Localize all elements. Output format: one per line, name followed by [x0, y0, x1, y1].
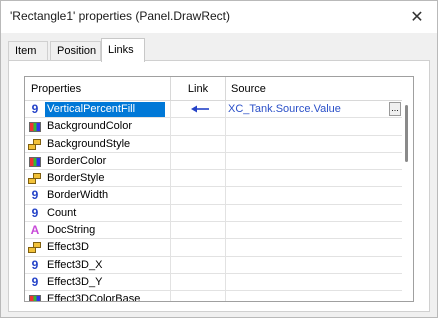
- property-row[interactable]: 9 Count: [25, 204, 413, 223]
- property-name: Effect3D_X: [47, 258, 103, 271]
- property-name: BackgroundStyle: [47, 137, 131, 150]
- number-icon: 9: [31, 205, 39, 220]
- link-cell[interactable]: [171, 273, 226, 291]
- browse-source-button[interactable]: ...: [389, 102, 401, 116]
- property-cell[interactable]: BorderStyle: [25, 170, 171, 188]
- property-name: Count: [47, 206, 77, 219]
- source-cell[interactable]: [226, 170, 402, 187]
- link-cell[interactable]: [171, 152, 226, 170]
- link-cell[interactable]: [171, 291, 226, 301]
- property-cell[interactable]: BorderColor: [25, 152, 171, 170]
- column-header-source-label: Source: [231, 83, 266, 95]
- property-name: BorderColor: [47, 154, 107, 167]
- property-cell[interactable]: 9 BorderWidth: [25, 187, 171, 205]
- string-icon: A: [30, 223, 40, 238]
- property-name: Effect3DColorBase: [47, 293, 141, 302]
- property-row[interactable]: 9 BorderWidth: [25, 187, 413, 205]
- link-cell[interactable]: [171, 135, 226, 153]
- source-cell[interactable]: [226, 153, 402, 170]
- source-cell[interactable]: [226, 187, 402, 204]
- column-header-source[interactable]: Source: [226, 77, 402, 101]
- number-icon: 9: [31, 274, 39, 289]
- scrollbar-thumb[interactable]: [405, 105, 408, 162]
- column-header-link[interactable]: Link: [171, 77, 226, 101]
- source-cell[interactable]: [226, 274, 402, 291]
- property-row[interactable]: BackgroundStyle: [25, 135, 413, 153]
- property-row[interactable]: 9 Effect3D_Y: [25, 273, 413, 292]
- property-row[interactable]: BackgroundColor: [25, 118, 413, 136]
- property-row[interactable]: Effect3DColorBase: [25, 291, 413, 302]
- link-cell[interactable]: [171, 222, 226, 240]
- number-icon: 9: [31, 188, 39, 203]
- color-icon: [29, 156, 41, 167]
- property-row[interactable]: 9 VerticalPercentFill XC_Tank.Source.Value…: [25, 101, 413, 119]
- color-icon: [29, 295, 41, 301]
- property-row[interactable]: Effect3D: [25, 239, 413, 257]
- close-button[interactable]: ✕: [397, 1, 437, 33]
- source-cell[interactable]: [226, 239, 402, 256]
- property-row[interactable]: 9 Effect3D_X: [25, 256, 413, 274]
- source-cell[interactable]: [226, 291, 402, 301]
- source-cell[interactable]: [226, 257, 402, 274]
- color-icon: [29, 122, 41, 133]
- links-grid: Properties Link Source 9 VerticalPercentF…: [24, 76, 414, 302]
- source-cell[interactable]: [226, 222, 402, 239]
- column-header-properties-label: Properties: [31, 83, 82, 95]
- source-cell[interactable]: [226, 205, 402, 222]
- style-icon: [28, 173, 42, 185]
- link-cell[interactable]: [171, 204, 226, 222]
- tab-links[interactable]: Links: [101, 38, 145, 62]
- property-cell[interactable]: BackgroundColor: [25, 118, 171, 136]
- link-cell[interactable]: [171, 239, 226, 257]
- link-cell[interactable]: [171, 170, 226, 188]
- property-cell[interactable]: Effect3DColorBase: [25, 291, 171, 302]
- link-cell[interactable]: [171, 101, 226, 118]
- property-name: BorderStyle: [47, 172, 105, 185]
- property-row[interactable]: BorderStyle: [25, 170, 413, 188]
- property-name: BackgroundColor: [47, 120, 132, 133]
- style-icon: [28, 138, 42, 151]
- number-icon: 9: [31, 102, 39, 116]
- link-cell[interactable]: [171, 256, 226, 274]
- property-cell[interactable]: 9 VerticalPercentFill: [25, 101, 171, 118]
- column-header-link-label: Link: [187, 83, 209, 95]
- property-name: Effect3D_Y: [47, 275, 103, 288]
- tab-position-label: Position: [57, 45, 97, 57]
- tab-strip: Item Position Links: [1, 33, 437, 62]
- property-name: BorderWidth: [47, 189, 109, 202]
- link-arrow-icon: [191, 105, 209, 113]
- link-cell[interactable]: [171, 187, 226, 205]
- close-icon: ✕: [410, 9, 424, 26]
- title-bar: 'Rectangle1' properties (Panel.DrawRect)…: [1, 1, 437, 33]
- property-row[interactable]: A DocString: [25, 222, 413, 240]
- property-cell[interactable]: BackgroundStyle: [25, 135, 171, 153]
- property-cell[interactable]: Effect3D: [25, 239, 171, 257]
- window-title: 'Rectangle1' properties (Panel.DrawRect): [10, 9, 231, 23]
- property-cell[interactable]: 9 Effect3D_X: [25, 256, 171, 274]
- link-cell[interactable]: [171, 118, 226, 136]
- tab-item-label: Item: [15, 45, 37, 57]
- number-icon: 9: [31, 257, 39, 272]
- property-cell[interactable]: 9 Effect3D_Y: [25, 273, 171, 291]
- source-cell[interactable]: XC_Tank.Source.Value...: [226, 101, 402, 118]
- grid-header: Properties Link Source: [25, 77, 413, 101]
- tab-item[interactable]: Item: [8, 41, 48, 61]
- property-name: VerticalPercentFill: [45, 102, 165, 117]
- style-icon: [28, 242, 42, 254]
- property-cell[interactable]: 9 Count: [25, 204, 171, 222]
- property-cell[interactable]: A DocString: [25, 222, 171, 240]
- column-header-properties[interactable]: Properties: [25, 77, 171, 101]
- source-cell[interactable]: [226, 118, 402, 135]
- links-tab-panel: Properties Link Source 9 VerticalPercentF…: [8, 60, 430, 312]
- property-name: DocString: [47, 224, 96, 237]
- tab-links-label: Links: [108, 44, 134, 56]
- source-cell[interactable]: [226, 136, 402, 153]
- vertical-scrollbar[interactable]: [402, 77, 413, 301]
- grid-rows: 9 VerticalPercentFill XC_Tank.Source.Value…: [25, 101, 413, 302]
- properties-dialog: 'Rectangle1' properties (Panel.DrawRect)…: [0, 0, 438, 318]
- property-name: Effect3D: [47, 241, 89, 254]
- source-value: XC_Tank.Source.Value: [228, 103, 341, 115]
- tab-position[interactable]: Position: [50, 41, 101, 61]
- property-row[interactable]: BorderColor: [25, 152, 413, 171]
